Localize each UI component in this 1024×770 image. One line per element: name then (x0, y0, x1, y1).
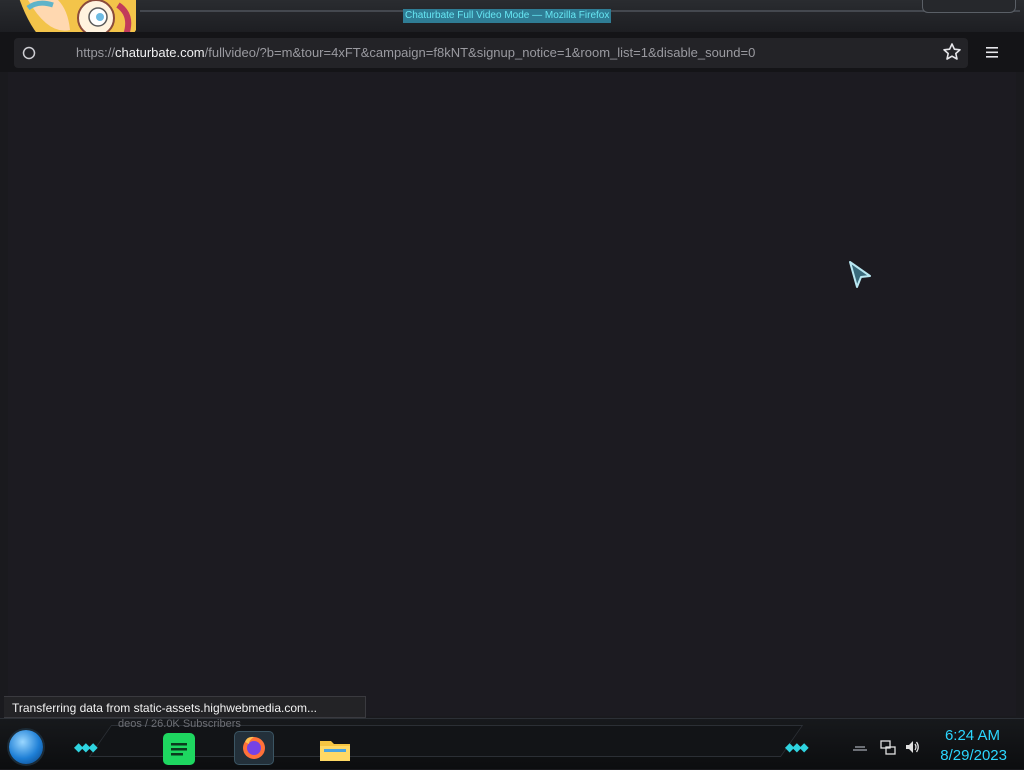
folder-icon[interactable] (318, 733, 350, 765)
firefox-icon[interactable] (234, 731, 274, 765)
clock-time[interactable]: 6:24 AM (945, 727, 1000, 744)
clock-date[interactable]: 8/29/2023 (940, 747, 1007, 764)
background-subscribers-text: deos / 26.0K Subscribers (118, 718, 241, 730)
chevron-decoration-icon: ◆◆◆ (785, 740, 809, 754)
hamburger-menu-icon[interactable] (984, 42, 1000, 62)
url-scheme: https:// (76, 45, 116, 60)
window-caption-buttons[interactable] (922, 0, 1016, 13)
window-title-bar[interactable]: Chaturbate Full Video Mode — Mozilla Fir… (0, 0, 1024, 33)
show-hidden-icons-icon[interactable] (852, 739, 868, 755)
volume-icon[interactable] (904, 739, 920, 755)
star-icon[interactable] (942, 42, 962, 62)
network-icon[interactable] (880, 739, 896, 755)
window-title: Chaturbate Full Video Mode — Mozilla Fir… (403, 9, 612, 23)
chevron-decoration-icon: ◆◆◆ (74, 740, 98, 754)
status-bar: Transferring data from static-assets.hig… (4, 696, 366, 718)
url-text[interactable]: https://chaturbate.com/fullvideo/?b=m&to… (76, 45, 755, 60)
url-path: /fullvideo/?b=m&tour=4xFT&campaign=f8kNT… (204, 45, 756, 60)
url-bar[interactable]: https://chaturbate.com/fullvideo/?b=m&to… (14, 38, 968, 68)
url-host: chaturbate.com (115, 45, 205, 60)
mouse-cursor-icon (848, 260, 874, 290)
browser-toolbar: https://chaturbate.com/fullvideo/?b=m&to… (0, 32, 1024, 72)
site-info-icon[interactable] (22, 46, 36, 60)
start-button[interactable] (9, 730, 43, 764)
page-content[interactable] (8, 72, 1016, 716)
spotify-icon[interactable] (163, 733, 195, 765)
